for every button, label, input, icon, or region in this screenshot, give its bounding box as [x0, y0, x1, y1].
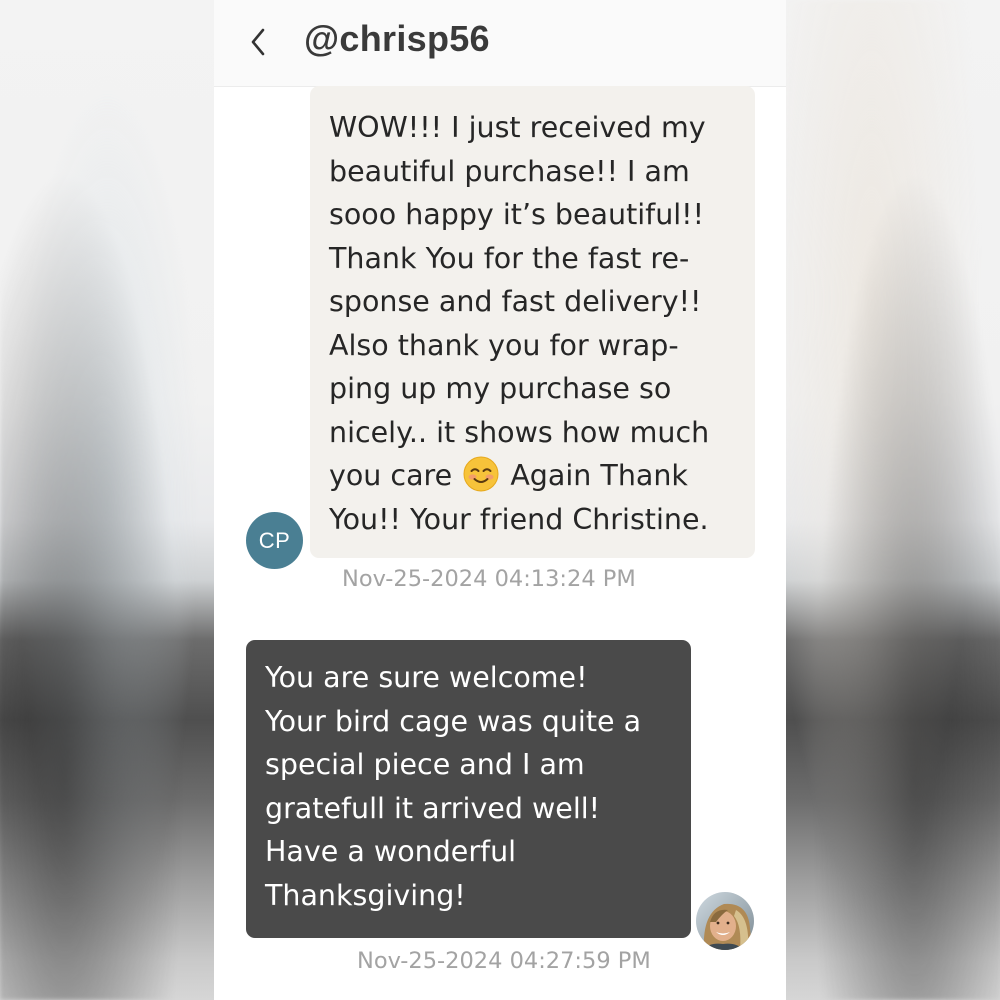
message-timestamp: Nov-25-2024 04:27:59 PM [357, 948, 651, 974]
sender-avatar[interactable]: CP [246, 512, 303, 569]
message-line: Also thank you for wrap- [329, 328, 679, 362]
message-line: sponse and fast delivery!! [329, 285, 702, 318]
message-timestamp: Nov-25-2024 04:13:24 PM [342, 566, 636, 592]
conversation-username: @chrisp56 [304, 18, 490, 59]
message-line: You are sure welcome! [265, 661, 588, 694]
background-blur-left [0, 0, 215, 1000]
message-line: special piece and I am [265, 748, 585, 781]
message-line: Your bird cage was quite a [265, 704, 642, 738]
smiling-face-emoji-icon [463, 456, 499, 492]
chat-header: @chrisp56 [214, 0, 786, 87]
outgoing-message-bubble[interactable]: You are sure welcome! Your bird cage was… [246, 640, 691, 938]
message-line: Thanksgiving! [265, 878, 466, 912]
message-line: You!! Your friend Christine. [329, 502, 709, 536]
message-line: Thank You for the fast re- [329, 241, 690, 275]
user-photo-avatar[interactable] [696, 892, 754, 950]
message-line: beautiful purchase!! I am [329, 154, 690, 188]
message-line: WOW!!! I just received my [329, 111, 706, 144]
message-text: Again Thank [510, 459, 688, 492]
message-line: ping up my purchase so [329, 372, 672, 405]
message-line: Have a wonderful [265, 835, 517, 868]
chevron-left-icon [240, 20, 280, 64]
background-blur-right [786, 0, 1000, 1000]
message-line: gratefull it arrived well! [265, 791, 601, 825]
message-text: you care [329, 459, 453, 492]
back-button[interactable] [240, 20, 280, 64]
incoming-message-bubble[interactable]: WOW!!! I just received my beautiful purc… [310, 86, 755, 558]
chat-screen: @chrisp56 WOW!!! I just received my beau… [214, 0, 786, 1000]
message-line: sooo happy it’s beautiful!! [329, 198, 705, 231]
message-line: nicely.. it shows how much [329, 415, 710, 449]
message-line-with-emoji: you care Again Thank [329, 454, 741, 498]
